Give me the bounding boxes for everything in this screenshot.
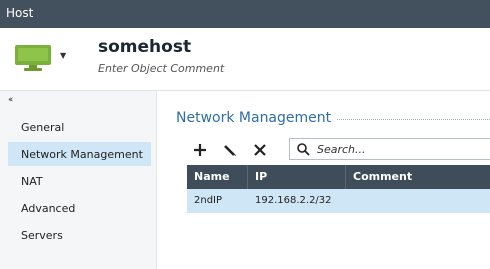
column-header-name[interactable]: Name — [187, 165, 248, 189]
object-name[interactable]: somehost — [98, 37, 191, 57]
search-box[interactable] — [289, 138, 490, 160]
host-monitor-icon[interactable] — [14, 45, 52, 71]
cell-ip: 192.168.2.2/32 — [255, 195, 332, 206]
section-title: Network Management — [176, 110, 332, 126]
window-title: Host — [6, 6, 34, 20]
plus-icon[interactable] — [190, 140, 210, 160]
sidebar-item-servers[interactable]: Servers — [8, 223, 151, 247]
x-icon[interactable] — [250, 140, 270, 160]
sidebar-item-label: Network Management — [21, 148, 143, 161]
sidebar-item-label: General — [21, 121, 65, 134]
section-divider — [337, 119, 490, 120]
object-comment-field[interactable]: Enter Object Comment — [98, 62, 224, 75]
sidebar-item-general[interactable]: General — [8, 115, 151, 139]
window-titlebar: Host — [0, 0, 490, 28]
column-header-comment[interactable]: Comment — [346, 165, 490, 189]
pencil-icon[interactable] — [220, 140, 240, 160]
sidebar: ‹‹ General Network Management NAT Advanc… — [0, 91, 157, 269]
sidebar-item-advanced[interactable]: Advanced — [8, 196, 151, 220]
cell-comment — [346, 189, 490, 213]
table-header: Name IP Comment — [187, 165, 490, 189]
network-table: Name IP Comment 2ndIP 192.168.2.2/32 — [187, 165, 490, 269]
search-input[interactable] — [317, 141, 487, 157]
sidebar-item-label: Advanced — [21, 202, 76, 215]
sidebar-item-label: Servers — [21, 229, 63, 242]
sidebar-item-label: NAT — [21, 175, 43, 188]
search-icon — [297, 143, 310, 156]
chevron-down-icon[interactable]: ▼ — [60, 51, 66, 60]
sidebar-item-network-management[interactable]: Network Management — [8, 142, 151, 166]
table-row[interactable]: 2ndIP 192.168.2.2/32 — [187, 189, 490, 213]
collapse-sidebar-icon[interactable]: ‹‹ — [8, 95, 13, 105]
column-header-ip[interactable]: IP — [248, 165, 346, 189]
object-header: ▼ somehost Enter Object Comment — [0, 28, 490, 91]
cell-name: 2ndIP — [194, 195, 223, 206]
sidebar-item-nat[interactable]: NAT — [8, 169, 151, 193]
